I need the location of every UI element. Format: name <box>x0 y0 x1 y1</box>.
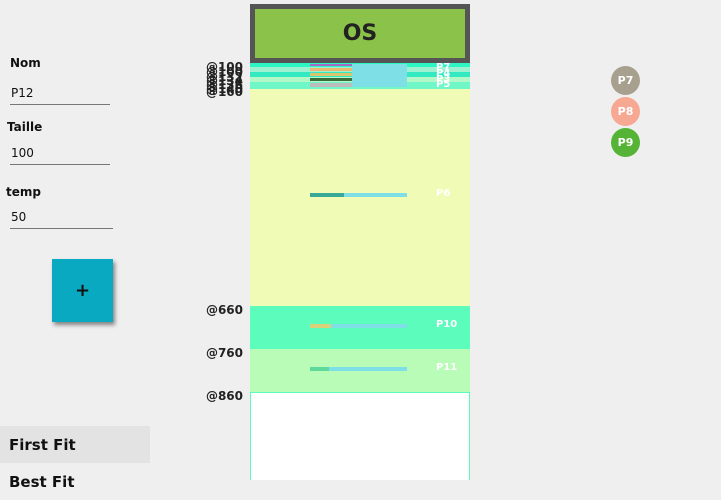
add-process-button[interactable]: + <box>52 259 113 322</box>
process-label-p11: P11 <box>436 362 458 373</box>
name-input[interactable]: P12 <box>10 86 110 105</box>
best-fit-option[interactable]: Best Fit <box>0 463 150 500</box>
progress-p4 <box>310 68 352 71</box>
address-label: @860 <box>205 389 243 403</box>
progress-p5 <box>310 78 352 81</box>
progress-p7 <box>310 64 352 66</box>
address-label: @760 <box>205 346 243 360</box>
name-label: Nom <box>10 56 41 70</box>
progress-fill-p11 <box>310 367 330 371</box>
progress-fill-p6 <box>310 193 344 197</box>
size-label: Taille <box>7 120 43 134</box>
os-label: OS <box>255 9 465 58</box>
process-label-p10: P10 <box>436 319 458 330</box>
address-label: @160 <box>205 85 243 99</box>
address-label: @660 <box>205 303 243 317</box>
memory-block-free <box>250 392 470 480</box>
size-input[interactable]: 100 <box>10 146 110 165</box>
progress-fill-p10 <box>310 324 332 328</box>
time-label: temp <box>6 185 41 199</box>
time-input[interactable]: 50 <box>10 210 113 229</box>
os-block: OS <box>250 4 470 63</box>
progress-track-p6 <box>310 193 407 197</box>
progress-small <box>310 83 352 87</box>
queue-item-p9[interactable]: P9 <box>611 128 640 157</box>
process-label-p6: P6 <box>436 188 451 199</box>
progress-track-p10 <box>310 324 407 328</box>
progress-p3 <box>310 73 352 76</box>
progress-track-stack <box>352 64 407 87</box>
queue-item-p8[interactable]: P8 <box>611 97 640 126</box>
progress-track-p11 <box>310 367 407 371</box>
first-fit-option[interactable]: First Fit <box>0 426 150 463</box>
queue-item-p7[interactable]: P7 <box>611 66 640 95</box>
